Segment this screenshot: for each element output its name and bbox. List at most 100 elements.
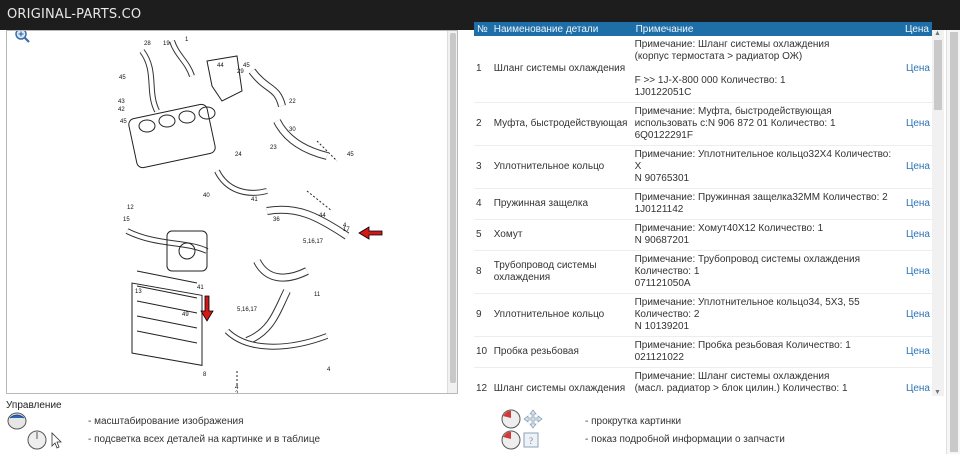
header-price: Цена	[904, 23, 929, 35]
site-title[interactable]: ORIGINAL-PARTS.CO	[7, 7, 141, 22]
table-row[interactable]: 2 Муфта, быстродействующая Примечание: М…	[474, 102, 932, 146]
table-row[interactable]: 3 Уплотнительное кольцо Примечание: Упло…	[474, 145, 932, 189]
mouse-info-icon: ?	[501, 430, 539, 450]
svg-text:5,16,17: 5,16,17	[303, 239, 324, 245]
svg-text:22: 22	[289, 99, 296, 105]
row-name: Шланг системы охлаждения	[490, 36, 633, 103]
row-note: Примечание: Пружинная защелка32MM Количе…	[632, 188, 902, 220]
zoom-hint: - масштабирование изображения	[88, 416, 244, 427]
controls-title: Управление	[6, 400, 62, 411]
row-name: Хомут	[490, 219, 633, 251]
row-num: 9	[474, 293, 491, 337]
svg-text:12: 12	[127, 205, 134, 211]
row-name: Уплотнительное кольцо	[490, 145, 633, 189]
row-num: 4	[474, 188, 491, 220]
price-link[interactable]: Цена	[901, 36, 932, 103]
table-row[interactable]: 9 Уплотнительное кольцо Примечание: Упло…	[474, 293, 932, 337]
svg-text:42: 42	[118, 107, 125, 113]
header-num: №	[477, 23, 488, 35]
svg-text:43: 43	[118, 99, 125, 105]
svg-text:29: 29	[237, 69, 244, 75]
svg-text:45: 45	[347, 152, 354, 158]
svg-text:1: 1	[185, 37, 189, 43]
row-num: 1	[474, 36, 491, 103]
svg-text:5,16,17: 5,16,17	[237, 307, 258, 313]
header-note: Примечание	[635, 23, 694, 35]
scroll-down-icon[interactable]: ▼	[934, 389, 941, 396]
svg-text:45: 45	[119, 75, 126, 81]
row-num: 5	[474, 219, 491, 251]
price-link[interactable]: Цена	[901, 336, 932, 368]
row-note: Примечание: Пробка резьбовая Количество:…	[632, 336, 902, 368]
row-name: Пробка резьбовая	[490, 336, 633, 368]
table-row[interactable]: 12 Шланг системы охлаждения Примечание: …	[474, 367, 932, 396]
parts-table: № Наименование детали Примечание Цена 1 …	[474, 22, 932, 396]
table-row[interactable]: 4 Пружинная защелка Примечание: Пружинна…	[474, 188, 932, 220]
svg-text:28: 28	[144, 41, 151, 47]
row-note: Примечание: Шланг системы охлаждения (ко…	[632, 36, 902, 103]
row-note: Примечание: Уплотнительное кольцо34, 5X3…	[632, 293, 902, 337]
svg-text:24: 24	[235, 152, 242, 158]
mouse-wheel-icon	[7, 412, 27, 430]
table-row[interactable]: 8 Трубопровод системы охлаждения Примеча…	[474, 250, 932, 294]
price-link[interactable]: Цена	[901, 293, 932, 337]
scroll-hint: - прокрутка картинки	[585, 416, 682, 427]
svg-text:36: 36	[273, 217, 280, 223]
row-note: Примечание: Шланг системы охлаждения (ма…	[632, 367, 902, 396]
engine-cooling-diagram[interactable]: 28 191 454342 4544 45 292230 2324 45 121540…	[7, 31, 447, 394]
row-note: Примечание: Уплотнительное кольцо32X4 Ко…	[632, 145, 902, 189]
svg-text:44: 44	[217, 63, 224, 69]
scroll-up-icon[interactable]: ▲	[934, 30, 941, 37]
svg-text:40: 40	[203, 193, 210, 199]
svg-text:?: ?	[529, 436, 533, 446]
svg-text:41: 41	[251, 197, 258, 203]
table-header-row: № Наименование детали Примечание Цена	[474, 22, 932, 36]
svg-text:15: 15	[123, 217, 130, 223]
mouse-drag-icon	[501, 409, 543, 429]
price-link[interactable]: Цена	[901, 188, 932, 220]
row-num: 10	[474, 336, 491, 368]
table-row[interactable]: 10 Пробка резьбовая Примечание: Пробка р…	[474, 336, 932, 368]
row-name: Шланг системы охлаждения	[490, 367, 633, 396]
svg-text:23: 23	[270, 145, 277, 151]
price-link[interactable]: Цена	[901, 102, 932, 146]
svg-text:45: 45	[120, 119, 127, 125]
parts-diagram-panel[interactable]: 28 19 1 45 43 42 45 44 45 29 22 30 23 24 45 12 15 40…	[6, 30, 458, 394]
table-row[interactable]: 1 Шланг системы охлаждения Примечание: Ш…	[474, 36, 932, 103]
svg-text:30: 30	[289, 127, 296, 133]
info-hint: - показ подробной информации о запчасти	[585, 434, 785, 445]
svg-text:19: 19	[163, 41, 170, 47]
mouse-hover-icon	[27, 430, 62, 450]
header-name: Наименование детали	[493, 23, 599, 35]
svg-text:44: 44	[319, 213, 326, 219]
row-note: Примечание: Муфта, быстродействующая исп…	[632, 102, 902, 146]
row-num: 3	[474, 145, 491, 189]
row-num: 2	[474, 102, 491, 146]
table-row[interactable]: 5 Хомут Примечание: Хомут40X12 Количеств…	[474, 219, 932, 251]
row-note: Примечание: Трубопровод системы охлажден…	[632, 250, 902, 294]
page-scrollbar[interactable]	[946, 30, 960, 454]
row-num: 12	[474, 367, 491, 396]
svg-text:13: 13	[135, 289, 142, 295]
table-scrollbar[interactable]: ▲ ▼	[932, 30, 944, 396]
svg-text:8: 8	[203, 372, 207, 378]
diagram-scrollbar[interactable]	[447, 31, 457, 393]
row-num: 8	[474, 250, 491, 294]
svg-text:45: 45	[243, 63, 250, 69]
price-link[interactable]: Цена	[901, 219, 932, 251]
svg-text:41: 41	[197, 285, 204, 291]
svg-text:2: 2	[235, 391, 239, 394]
svg-text:11: 11	[314, 292, 321, 298]
row-name: Муфта, быстродействующая	[490, 102, 633, 146]
price-link[interactable]: Цена	[901, 145, 932, 189]
row-note: Примечание: Хомут40X12 Количество: 1 N 9…	[632, 219, 902, 251]
price-link[interactable]: Цена	[901, 367, 932, 396]
row-name: Пружинная защелка	[490, 188, 633, 220]
parts-table-panel: № Наименование детали Примечание Цена 1 …	[474, 22, 944, 396]
svg-text:4: 4	[327, 367, 331, 373]
row-name: Уплотнительное кольцо	[490, 293, 633, 337]
price-link[interactable]: Цена	[901, 250, 932, 294]
highlight-hint: - подсветка всех деталей на картинке и в…	[88, 434, 321, 445]
row-name: Трубопровод системы охлаждения	[490, 250, 633, 294]
svg-text:17: 17	[343, 227, 350, 233]
